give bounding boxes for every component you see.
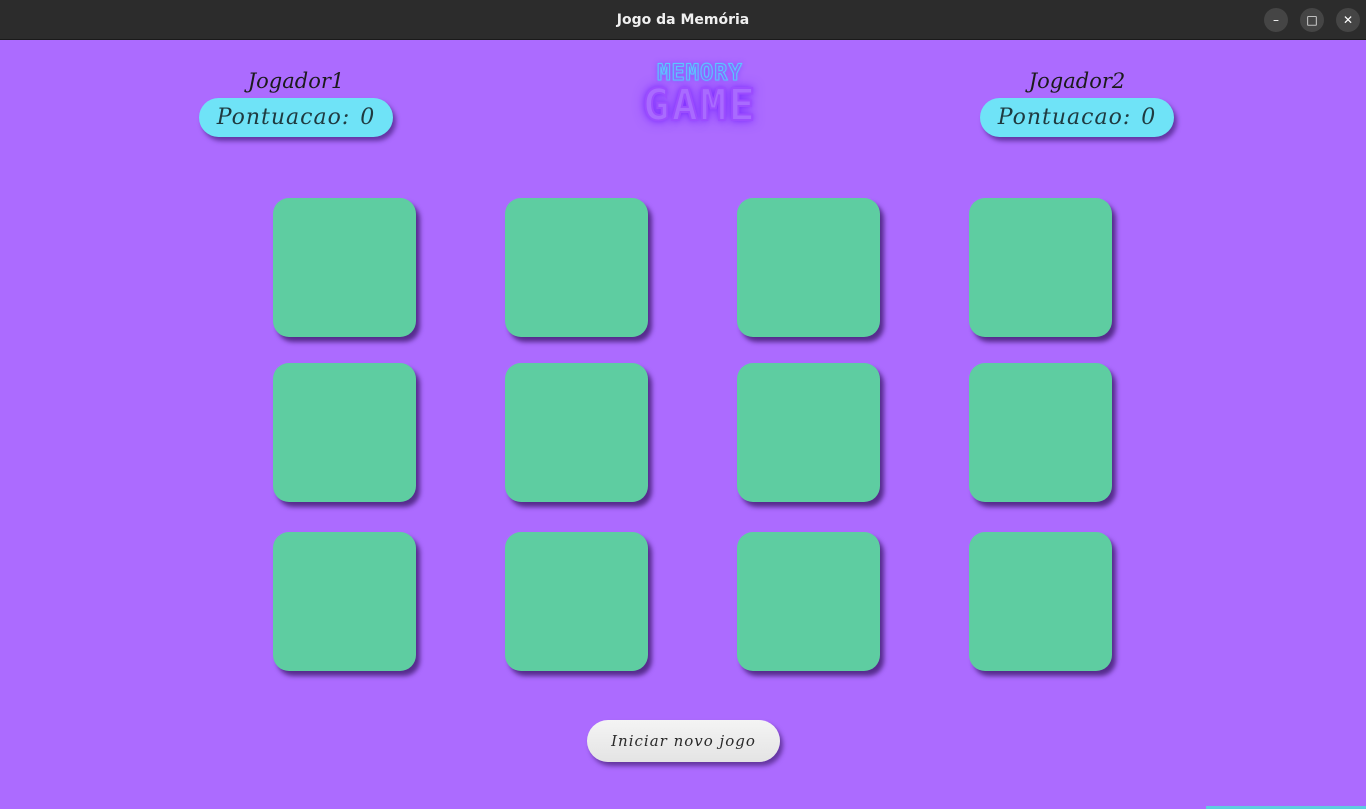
memory-card[interactable] — [273, 363, 416, 502]
player-2-score-badge: Pontuacao: 0 — [980, 98, 1174, 137]
maximize-button[interactable]: □ — [1300, 8, 1324, 32]
memory-card[interactable] — [273, 198, 416, 337]
game-area: Jogador1 Pontuacao: 0 MEMORY GAME Jogado… — [0, 40, 1366, 809]
memory-card[interactable] — [505, 363, 648, 502]
window-controls: – □ ✕ — [1264, 8, 1360, 32]
memory-card[interactable] — [737, 363, 880, 502]
player-1-name: Jogador1 — [247, 69, 345, 93]
memory-card[interactable] — [969, 198, 1112, 337]
memory-card[interactable] — [737, 532, 880, 671]
new-game-button[interactable]: Iniciar novo jogo — [587, 720, 780, 762]
memory-card[interactable] — [737, 198, 880, 337]
player-2-score-value: 0 — [1141, 105, 1157, 130]
minimize-button[interactable]: – — [1264, 8, 1288, 32]
game-window: Jogo da Memória – □ ✕ Jogador1 Pontuacao… — [0, 0, 1366, 809]
memory-card[interactable] — [505, 198, 648, 337]
memory-card[interactable] — [273, 532, 416, 671]
player-2-score-label: Pontuacao: — [997, 105, 1132, 130]
player-1-score-badge: Pontuacao: 0 — [199, 98, 393, 137]
memory-card[interactable] — [969, 532, 1112, 671]
memory-card[interactable] — [505, 532, 648, 671]
logo-bottom-text: GAME — [642, 80, 757, 131]
player-1-score-value: 0 — [360, 105, 376, 130]
window-titlebar[interactable]: Jogo da Memória – □ ✕ — [0, 0, 1366, 40]
player-2-name: Jogador2 — [1028, 69, 1126, 93]
window-title: Jogo da Memória — [616, 11, 750, 28]
memory-card[interactable] — [969, 363, 1112, 502]
close-button[interactable]: ✕ — [1336, 8, 1360, 32]
player-1-panel: Jogador1 Pontuacao: 0 — [196, 68, 396, 137]
player-2-panel: Jogador2 Pontuacao: 0 — [977, 68, 1177, 137]
memory-game-logo: MEMORY GAME — [622, 61, 778, 131]
player-1-score-label: Pontuacao: — [216, 105, 351, 130]
card-board — [273, 198, 1113, 672]
